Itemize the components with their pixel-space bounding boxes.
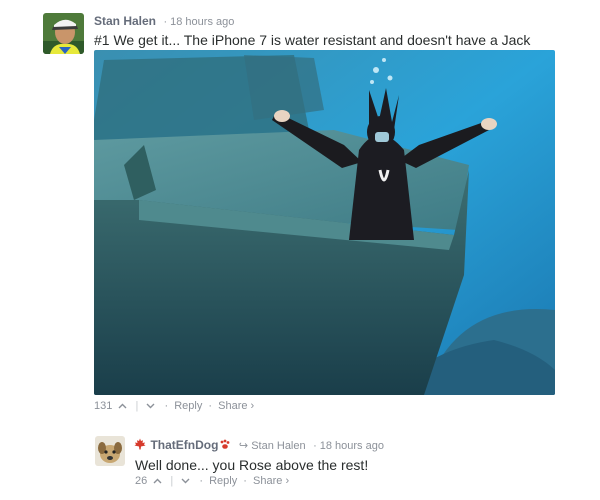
- downvote-button[interactable]: [143, 400, 158, 412]
- reply-header: ThatEfnDog ↪ Stan Halen · 18 hours ago: [134, 436, 384, 454]
- meta-separator: ·: [163, 16, 168, 28]
- comment-header: Stan Halen · 18 hours ago: [94, 12, 234, 30]
- upvote-count: 131: [94, 400, 113, 413]
- action-separator: ·: [164, 400, 169, 413]
- action-separator: ·: [199, 475, 204, 488]
- reply-arrow-icon: ↪: [238, 440, 249, 452]
- upvote-button[interactable]: [150, 475, 165, 487]
- share-label: Share: [253, 475, 283, 488]
- meta-separator: ·: [313, 440, 317, 452]
- upvote-count: 26: [135, 475, 148, 488]
- chevron-down-icon: [146, 403, 155, 409]
- comment-author[interactable]: Stan Halen: [94, 14, 156, 28]
- share-button[interactable]: Share ›: [253, 475, 289, 487]
- paw-print-icon: [221, 439, 230, 449]
- reply-to[interactable]: ↪ Stan Halen: [239, 440, 306, 452]
- upvote-button[interactable]: [115, 400, 130, 412]
- avatar-stan-halen[interactable]: [43, 13, 84, 54]
- share-label: Share: [218, 400, 248, 413]
- chevron-down-icon: [181, 478, 190, 484]
- share-chevron-icon: ›: [250, 400, 255, 413]
- share-button[interactable]: Share ›: [218, 400, 254, 412]
- vote-divider: |: [135, 400, 139, 413]
- comment-timestamp[interactable]: 18 hours ago: [320, 440, 384, 452]
- share-chevron-icon: ›: [285, 475, 290, 488]
- comment-1: Stan Halen · 18 hours ago #1 We get it...…: [0, 0, 600, 420]
- comment-image[interactable]: [94, 50, 555, 395]
- comment-actions: 131 | · Reply · Share ›: [94, 400, 254, 412]
- comment-text: Well done... you Rose above the rest!: [135, 457, 369, 473]
- action-separator: ·: [208, 400, 213, 413]
- comment-timestamp[interactable]: 18 hours ago: [170, 16, 234, 28]
- chevron-up-icon: [153, 478, 162, 484]
- reply-button[interactable]: Reply: [174, 400, 202, 412]
- vote-divider: |: [170, 475, 174, 488]
- reply-to-author: Stan Halen: [251, 440, 306, 452]
- reply-button[interactable]: Reply: [209, 475, 237, 487]
- chevron-up-icon: [118, 403, 127, 409]
- action-separator: ·: [243, 475, 247, 488]
- avatar-thatefndog[interactable]: [95, 436, 125, 466]
- comment-actions: 26 | · Reply · Share ›: [135, 475, 289, 487]
- comment-author[interactable]: ThatEfnDog: [150, 438, 218, 452]
- maple-leaf-icon: [134, 438, 146, 450]
- comment-2: ThatEfnDog ↪ Stan Halen · 18 hours ago We…: [0, 420, 600, 500]
- comment-text: #1 We get it... The iPhone 7 is water re…: [94, 32, 531, 48]
- downvote-button[interactable]: [178, 475, 193, 487]
